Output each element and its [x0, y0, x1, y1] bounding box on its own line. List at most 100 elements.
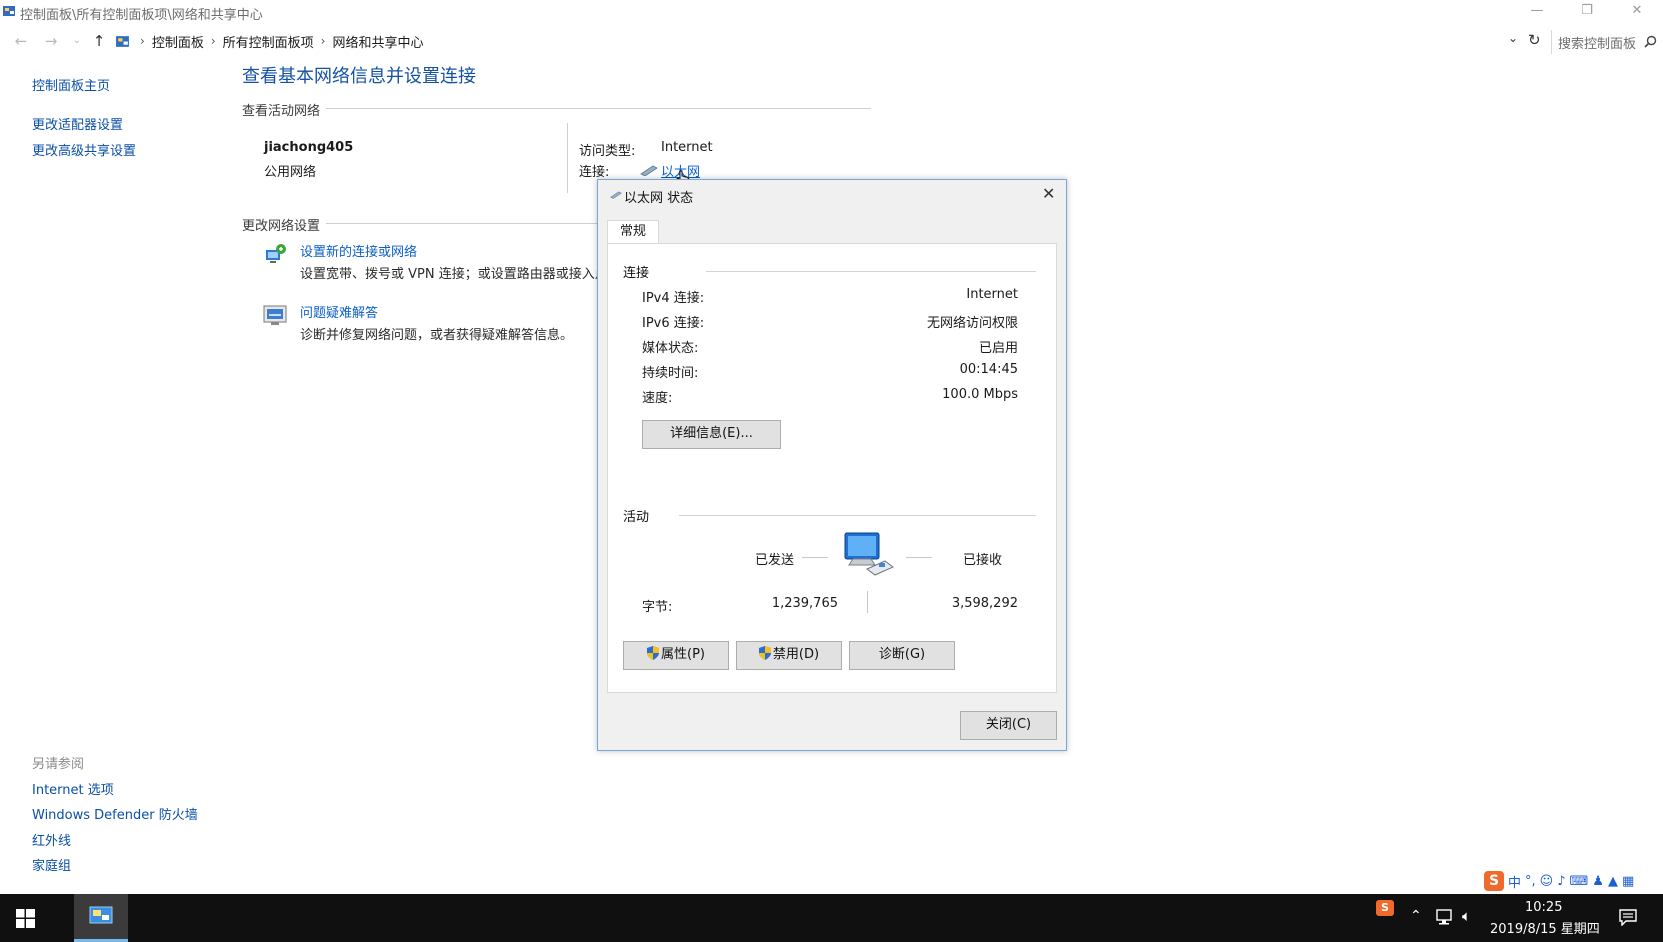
- restore-button[interactable]: ❐: [1564, 0, 1610, 24]
- group-divider: [706, 271, 1036, 272]
- network-tray-icon[interactable]: [1434, 909, 1454, 925]
- control-panel-icon: [3, 6, 15, 16]
- properties-button[interactable]: 属性(P): [623, 641, 729, 670]
- access-type-value: Internet: [661, 140, 713, 155]
- forward-arrow-icon[interactable]: →: [41, 32, 61, 50]
- change-settings-label: 更改网络设置: [242, 219, 321, 234]
- section-divider: [326, 108, 871, 109]
- tab-general[interactable]: 常规: [607, 220, 659, 244]
- clock-date[interactable]: 2019/8/15 星期四: [1490, 918, 1600, 937]
- breadcrumb-separator-icon: ›: [320, 34, 326, 48]
- ime-toolbar: S 中 °, ☺ ♪ ⌨ ♟ ▲ ▦: [1484, 868, 1634, 894]
- sogou-tray-icon[interactable]: S: [1376, 900, 1394, 916]
- ime-language[interactable]: 中: [1508, 872, 1521, 891]
- control-panel-icon: [116, 36, 129, 47]
- bytes-sent-value: 1,239,765: [771, 596, 838, 611]
- bytes-label: 字节:: [642, 600, 673, 615]
- breadcrumb-control-panel[interactable]: 控制面板: [152, 32, 204, 51]
- network-type[interactable]: 公用网络: [264, 161, 316, 180]
- connection-group-label: 连接: [623, 266, 650, 281]
- troubleshoot-link[interactable]: 问题疑难解答: [300, 302, 378, 321]
- emoji-icon[interactable]: ☺: [1540, 874, 1554, 889]
- duration-value: 00:14:45: [959, 362, 1018, 377]
- received-label: 已接收: [963, 553, 1003, 568]
- details-button[interactable]: 详细信息(E)...: [642, 420, 781, 449]
- windows-start-icon[interactable]: [16, 909, 35, 928]
- access-type-label: 访问类型:: [579, 144, 636, 159]
- troubleshoot-desc: 诊断并修复网络问题，或者获得疑难解答信息。: [300, 328, 574, 343]
- network-center-app-icon: [89, 906, 113, 924]
- search-icon[interactable]: [1644, 35, 1657, 48]
- tab-pane: 连接 IPv4 连接: Internet IPv6 连接: 无网络访问权限 媒体…: [607, 243, 1057, 693]
- duration-label: 持续时间:: [642, 366, 699, 381]
- uac-shield-icon: [758, 646, 771, 660]
- punctuation-icon[interactable]: °,: [1525, 874, 1536, 889]
- dialog-close-icon[interactable]: ✕: [1042, 184, 1055, 203]
- minimize-button[interactable]: —: [1514, 0, 1560, 24]
- group-divider: [679, 515, 1036, 516]
- dialog-title: 以太网 状态: [624, 191, 694, 206]
- new-connection-icon: [266, 244, 286, 263]
- ipv6-label: IPv6 连接:: [642, 316, 705, 331]
- ethernet-icon: [610, 191, 622, 199]
- sidebar-item-sharing-settings[interactable]: 更改高级共享设置: [32, 140, 136, 159]
- uac-shield-icon: [647, 646, 659, 660]
- ipv6-value: 无网络访问权限: [926, 316, 1018, 331]
- bytes-divider: [867, 591, 868, 613]
- clock-time[interactable]: 10:25: [1525, 900, 1562, 915]
- breadcrumb-separator-icon: ›: [140, 34, 145, 48]
- speed-label: 速度:: [642, 391, 673, 406]
- connection-label: 连接:: [579, 165, 610, 180]
- toolbox-icon[interactable]: ▦: [1622, 874, 1634, 889]
- dialog-close-button[interactable]: 关闭(C): [960, 711, 1057, 740]
- breadcrumb: › 控制面板 › 所有控制面板项 › 网络和共享中心: [133, 30, 423, 52]
- breadcrumb-separator-icon: ›: [210, 34, 216, 48]
- see-also-firewall[interactable]: Windows Defender 防火墙: [32, 804, 198, 823]
- see-also-homegroup[interactable]: 家庭组: [32, 855, 71, 874]
- tab-general-label: 常规: [619, 224, 646, 239]
- activity-group-label: 活动: [623, 510, 650, 525]
- skin-icon[interactable]: ▲: [1608, 874, 1618, 889]
- breadcrumb-all-items[interactable]: 所有控制面板项: [223, 32, 314, 51]
- refresh-icon[interactable]: ↻: [1528, 31, 1541, 49]
- ipv4-value: Internet: [966, 287, 1018, 302]
- ethernet-icon: [640, 165, 658, 176]
- troubleshoot-icon: [263, 305, 287, 325]
- network-divider: [567, 123, 568, 193]
- bytes-received-value: 3,598,292: [951, 596, 1018, 611]
- window-title: 控制面板\所有控制面板项\网络和共享中心: [20, 8, 263, 23]
- section-divider: [326, 223, 598, 224]
- volume-icon[interactable]: 🔈︎: [1462, 907, 1471, 925]
- sogou-ime-icon[interactable]: S: [1484, 871, 1504, 891]
- sent-label: 已发送: [755, 553, 795, 568]
- close-button[interactable]: ✕: [1614, 0, 1660, 24]
- setup-connection-link[interactable]: 设置新的连接或网络: [300, 241, 417, 260]
- network-activity-icon: [844, 532, 894, 576]
- diagnose-button[interactable]: 诊断(G): [849, 641, 955, 670]
- up-arrow-icon[interactable]: ↑: [89, 32, 109, 50]
- see-also-infrared[interactable]: 红外线: [32, 830, 71, 849]
- ipv4-label: IPv4 连接:: [642, 291, 705, 306]
- media-state-value: 已启用: [978, 341, 1018, 356]
- keyboard-icon[interactable]: ⌨: [1570, 874, 1589, 889]
- action-center-icon[interactable]: [1619, 909, 1637, 926]
- active-networks-label: 查看活动网络: [242, 104, 321, 119]
- sidebar-item-adapter-settings[interactable]: 更改适配器设置: [32, 114, 123, 133]
- media-state-label: 媒体状态:: [642, 341, 699, 356]
- page-title: 查看基本网络信息并设置连接: [242, 66, 476, 87]
- setup-connection-desc: 设置宽带、拨号或 VPN 连接；或设置路由器或接入点: [300, 267, 608, 282]
- disable-button[interactable]: 禁用(D): [736, 641, 842, 670]
- address-dropdown-chevron-icon[interactable]: ⌄: [1508, 31, 1518, 45]
- disable-label: 禁用(D): [772, 647, 820, 662]
- sidebar-item-home[interactable]: 控制面板主页: [32, 75, 110, 94]
- sent-line: [802, 557, 828, 558]
- microphone-icon[interactable]: ♪: [1557, 874, 1565, 889]
- breadcrumb-network-center[interactable]: 网络和共享中心: [332, 32, 423, 51]
- recent-chevron-icon[interactable]: ⌄: [67, 32, 87, 50]
- back-arrow-icon[interactable]: ←: [11, 32, 31, 50]
- see-also-internet-options[interactable]: Internet 选项: [32, 779, 114, 798]
- user-icon[interactable]: ♟: [1592, 874, 1604, 889]
- search-input[interactable]: 搜索控制面板: [1551, 30, 1661, 54]
- taskbar-app-control-panel[interactable]: [74, 894, 128, 942]
- show-hidden-icons-chevron-icon[interactable]: ⌃: [1410, 908, 1422, 924]
